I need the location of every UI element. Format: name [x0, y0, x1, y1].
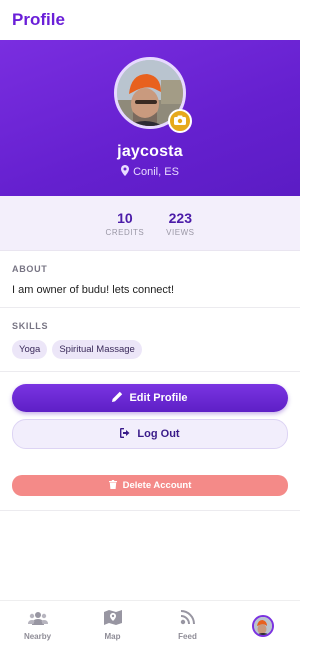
delete-account-label: Delete Account — [122, 480, 192, 491]
nav-item-map[interactable]: Map — [83, 610, 143, 641]
views-value: 223 — [168, 209, 192, 226]
feed-icon — [180, 610, 196, 630]
nav-item-profile[interactable] — [233, 614, 293, 637]
edit-profile-label: Edit Profile — [129, 392, 188, 404]
nav-label-map: Map — [104, 632, 121, 641]
credits-label: CREDITS — [105, 227, 145, 237]
bottom-nav: Nearby Map Feed — [0, 600, 300, 650]
avatar-container — [114, 57, 192, 133]
about-section: ABOUT I am owner of budu! lets connect! — [0, 251, 300, 308]
camera-icon — [174, 112, 186, 130]
actions-section: Edit Profile Log Out Delete Account — [0, 372, 300, 511]
skill-chip: Spiritual Massage — [52, 340, 142, 359]
delete-account-button[interactable]: Delete Account — [12, 475, 288, 496]
log-out-button[interactable]: Log Out — [12, 419, 288, 449]
location-pin-icon — [121, 165, 130, 179]
log-out-label: Log Out — [137, 428, 180, 440]
users-icon — [27, 611, 48, 630]
location-text: Conil, ES — [133, 166, 179, 178]
trash-icon — [108, 479, 117, 492]
credits-value: 10 — [117, 209, 133, 226]
page-title: Profile — [12, 10, 65, 29]
skills-section: SKILLS Yoga Spiritual Massage — [0, 308, 300, 372]
skill-chip: Yoga — [12, 340, 48, 359]
about-text: I am owner of budu! lets connect! — [12, 284, 175, 296]
nav-label-nearby: Nearby — [23, 631, 52, 641]
nav-item-nearby[interactable]: Nearby — [8, 611, 68, 641]
logout-icon — [120, 427, 131, 441]
stats-bar: 10 CREDITS 223 VIEWS — [0, 196, 300, 251]
top-bar: Profile — [0, 0, 300, 40]
profile-avatar-icon — [251, 614, 274, 637]
stat-credits: 10 CREDITS — [106, 210, 145, 237]
about-heading: ABOUT — [12, 264, 48, 274]
nav-label-feed: Feed — [178, 632, 197, 641]
pencil-icon — [112, 391, 123, 405]
map-icon — [103, 610, 122, 630]
views-label: VIEWS — [166, 227, 195, 237]
skills-list: Yoga Spiritual Massage — [12, 340, 288, 359]
change-photo-button[interactable] — [168, 109, 192, 133]
nav-item-feed[interactable]: Feed — [158, 610, 218, 641]
location: Conil, ES — [121, 165, 179, 179]
skills-heading: SKILLS — [12, 321, 49, 331]
profile-header: jaycosta Conil, ES — [0, 40, 300, 196]
username: jaycosta — [117, 143, 183, 160]
edit-profile-button[interactable]: Edit Profile — [12, 384, 288, 412]
stat-views: 223 VIEWS — [166, 210, 194, 237]
